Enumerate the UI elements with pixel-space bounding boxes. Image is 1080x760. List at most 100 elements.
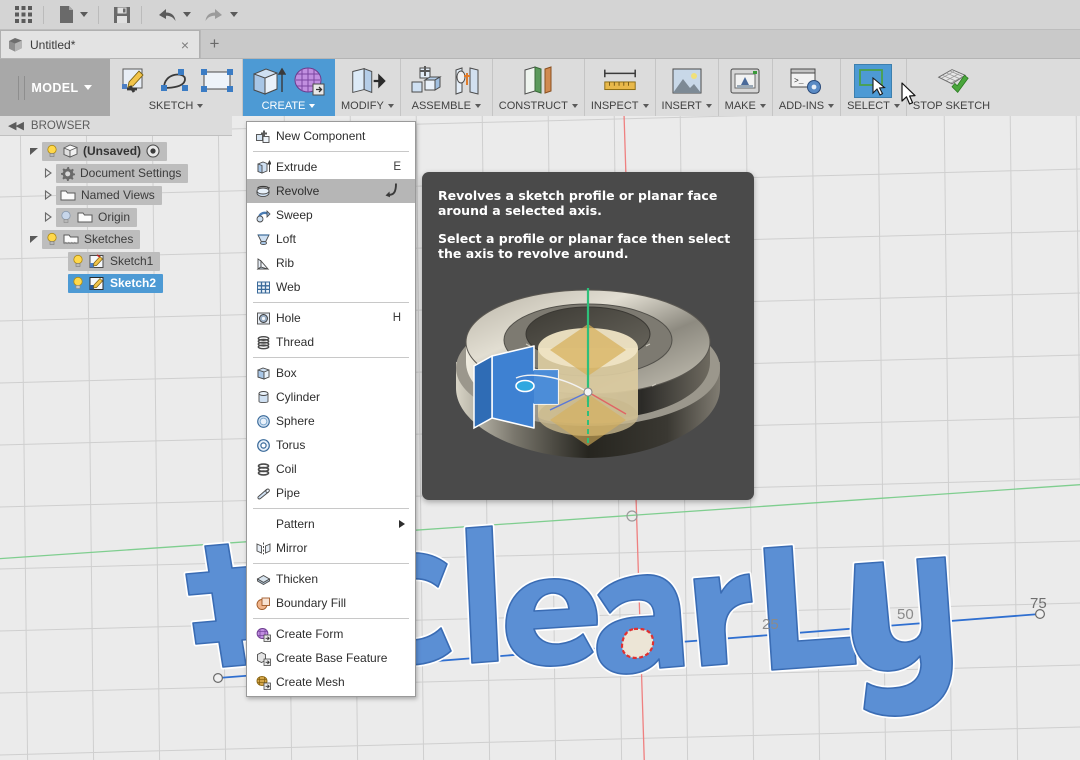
menu-item-box[interactable]: Box bbox=[247, 361, 415, 385]
menu-item-revolve[interactable]: Revolve bbox=[247, 179, 415, 203]
menu-item-create-form[interactable]: Create Form bbox=[247, 622, 415, 646]
lightbulb-icon[interactable] bbox=[46, 232, 58, 246]
menu-item-extrude[interactable]: Extrude E bbox=[247, 155, 415, 179]
menu-item-thicken[interactable]: Thicken bbox=[247, 567, 415, 591]
expand-triangle-icon[interactable] bbox=[26, 234, 42, 244]
menu-item-sweep[interactable]: Sweep bbox=[247, 203, 415, 227]
menu-item-rib[interactable]: Rib bbox=[247, 251, 415, 275]
stop-sketch-button[interactable] bbox=[933, 64, 971, 98]
file-icon bbox=[58, 5, 75, 24]
ribbon-panel-sketch[interactable]: SKETCH bbox=[110, 59, 243, 116]
collapse-triangle-icon[interactable] bbox=[40, 168, 56, 178]
menu-separator bbox=[253, 563, 409, 564]
ribbon-panel-stop-sketch[interactable]: STOP SKETCH bbox=[907, 59, 996, 116]
measure-button[interactable] bbox=[601, 64, 639, 98]
menu-item-hole[interactable]: Hole H bbox=[247, 306, 415, 330]
expand-triangle-icon[interactable] bbox=[26, 146, 42, 156]
tree-item-sketches[interactable]: Sketches bbox=[0, 228, 232, 250]
menu-item-coil[interactable]: Coil bbox=[247, 457, 415, 481]
ribbon-panel-modify[interactable]: MODIFY bbox=[335, 59, 401, 116]
quick-access-toolbar bbox=[0, 0, 1080, 30]
activate-component-icon[interactable] bbox=[146, 144, 160, 158]
ribbon-panel-inspect[interactable]: INSPECT bbox=[585, 59, 656, 116]
create-sketch-button[interactable] bbox=[116, 64, 154, 98]
tree-item-sketch1[interactable]: Sketch1 bbox=[0, 250, 232, 272]
file-menu[interactable] bbox=[54, 2, 92, 28]
ribbon-panel-assemble[interactable]: ASSEMBLE bbox=[401, 59, 493, 116]
spline-button[interactable] bbox=[157, 64, 195, 98]
menu-item-loft[interactable]: Loft bbox=[247, 227, 415, 251]
scripts-addins-button[interactable]: >_ bbox=[787, 64, 825, 98]
ribbon-panel-insert[interactable]: INSERT bbox=[656, 59, 719, 116]
new-tab-button[interactable]: + bbox=[200, 30, 228, 58]
menu-item-torus[interactable]: Torus bbox=[247, 433, 415, 457]
revolve-icon bbox=[252, 184, 274, 199]
insert-image-button[interactable] bbox=[668, 64, 706, 98]
panel-label-text: ASSEMBLE bbox=[412, 100, 471, 112]
menu-item-label: Pipe bbox=[274, 486, 407, 500]
lightbulb-off-icon[interactable] bbox=[60, 210, 72, 224]
menu-item-create-mesh[interactable]: Create Mesh bbox=[247, 670, 415, 694]
web-icon bbox=[252, 280, 274, 295]
collapse-browser-icon[interactable]: ◀◀ bbox=[8, 119, 23, 132]
ribbon-panel-addins[interactable]: >_ ADD-INS bbox=[773, 59, 841, 116]
menu-item-pipe[interactable]: Pipe bbox=[247, 481, 415, 505]
tree-item-label: Sketch2 bbox=[110, 276, 156, 290]
menu-item-new-component[interactable]: New Component bbox=[247, 124, 415, 148]
3d-print-button[interactable] bbox=[726, 64, 764, 98]
loft-icon bbox=[252, 232, 274, 247]
create-form-button[interactable] bbox=[290, 64, 328, 98]
box-icon bbox=[252, 366, 274, 381]
menu-item-label: Web bbox=[274, 280, 407, 294]
collapse-triangle-icon[interactable] bbox=[40, 212, 56, 222]
tree-item-unsaved[interactable]: (Unsaved) bbox=[0, 140, 232, 162]
lightbulb-icon[interactable] bbox=[72, 276, 84, 290]
create-mesh-icon bbox=[252, 675, 274, 690]
rectangle-button[interactable] bbox=[198, 64, 236, 98]
ribbon-panel-construct[interactable]: CONSTRUCT bbox=[493, 59, 585, 116]
menu-item-boundary-fill[interactable]: Boundary Fill bbox=[247, 591, 415, 615]
tree-item-origin[interactable]: Origin bbox=[0, 206, 232, 228]
extrude-button[interactable] bbox=[249, 64, 287, 98]
app-grid-icon[interactable] bbox=[10, 2, 37, 28]
tree-item-sketch2[interactable]: Sketch2 bbox=[0, 272, 232, 294]
document-tab[interactable]: Untitled* × bbox=[0, 30, 200, 58]
panel-label-text: SELECT bbox=[847, 100, 890, 112]
save-button[interactable] bbox=[109, 2, 135, 28]
sketch-letter-e[interactable] bbox=[506, 579, 597, 666]
sketch-letter-a[interactable] bbox=[597, 575, 684, 674]
menu-item-pattern[interactable]: Pattern bbox=[247, 512, 415, 536]
revolve-shortcut-glyph bbox=[383, 182, 407, 201]
menu-item-mirror[interactable]: Mirror bbox=[247, 536, 415, 560]
menu-item-web[interactable]: Web bbox=[247, 275, 415, 299]
joint-button[interactable] bbox=[448, 64, 486, 98]
collapse-triangle-icon[interactable] bbox=[40, 190, 56, 200]
menu-item-label: Box bbox=[274, 366, 407, 380]
press-pull-button[interactable] bbox=[348, 64, 386, 98]
undo-button[interactable] bbox=[152, 2, 195, 28]
tree-item-document-settings[interactable]: Document Settings bbox=[0, 162, 232, 184]
sketch-letter-l[interactable] bbox=[466, 526, 498, 663]
new-component-button[interactable] bbox=[407, 64, 445, 98]
highlighted-profile-region[interactable] bbox=[622, 629, 653, 658]
menu-item-sphere[interactable]: Sphere bbox=[247, 409, 415, 433]
redo-button[interactable] bbox=[199, 2, 242, 28]
menu-item-cylinder[interactable]: Cylinder bbox=[247, 385, 415, 409]
menu-item-create-base-feature[interactable]: Create Base Feature bbox=[247, 646, 415, 670]
workspace-selector[interactable]: MODEL bbox=[0, 59, 110, 116]
menu-item-thread[interactable]: Thread bbox=[247, 330, 415, 354]
document-tab-bar: Untitled* × + bbox=[0, 30, 1080, 59]
lightbulb-icon[interactable] bbox=[46, 144, 58, 158]
close-icon[interactable]: × bbox=[177, 37, 193, 53]
tree-chip: Origin bbox=[56, 208, 137, 227]
mirror-icon bbox=[252, 541, 274, 556]
select-window-button[interactable] bbox=[854, 64, 892, 98]
ribbon-panel-create[interactable]: CREATE bbox=[243, 59, 335, 116]
lightbulb-icon[interactable] bbox=[72, 254, 84, 268]
tooltip-paragraph-2: Select a profile or planar face then sel… bbox=[438, 231, 738, 261]
offset-plane-button[interactable] bbox=[519, 64, 557, 98]
menu-item-label: Mirror bbox=[274, 541, 407, 555]
tree-item-named-views[interactable]: Named Views bbox=[0, 184, 232, 206]
ribbon-panel-select[interactable]: SELECT bbox=[841, 59, 907, 116]
ribbon-panel-make[interactable]: MAKE bbox=[719, 59, 773, 116]
